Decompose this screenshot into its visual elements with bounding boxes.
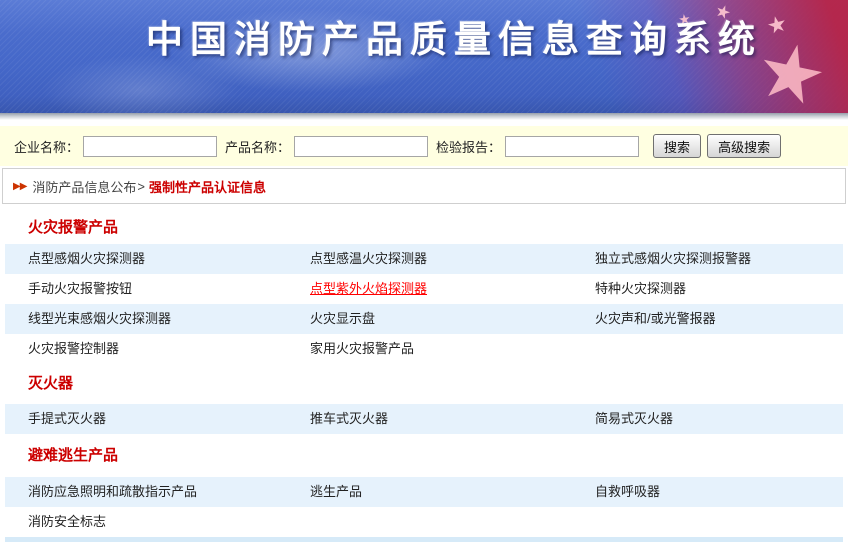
advanced-search-button[interactable]: 高级搜索: [707, 134, 782, 158]
report-input[interactable]: [505, 135, 640, 157]
product-link[interactable]: 自救呼吸器: [595, 477, 843, 507]
breadcrumb: ▶▶ 消防产品信息公布 > 强制性产品认证信息: [2, 168, 846, 204]
product-link[interactable]: 火灾声和/或光警报器: [595, 304, 843, 334]
product-name-input[interactable]: [294, 135, 429, 157]
breadcrumb-parent-link[interactable]: 消防产品信息公布: [32, 177, 136, 196]
company-name-input[interactable]: [83, 135, 218, 157]
table-row: 火灾报警控制器 家用火灾报警产品: [5, 334, 843, 364]
table-row: 点型感烟火灾探测器 点型感温火灾探测器 独立式感烟火灾探测报警器: [5, 244, 843, 274]
table-row: 手动火灾报警按钮 点型紫外火焰探测器 特种火灾探测器: [5, 274, 843, 304]
product-link[interactable]: 独立式感烟火灾探测报警器: [595, 244, 843, 274]
page: 中国消防产品质量信息查询系统 企业名称： 产品名称： 检验报告： 搜索 高级搜索…: [0, 0, 848, 544]
company-name-label: 企业名称：: [14, 139, 80, 155]
report-label: 检验报告：: [436, 139, 502, 155]
product-name-label: 产品名称：: [225, 139, 291, 155]
table-row: 手提式灭火器 推车式灭火器 简易式灭火器: [5, 404, 843, 434]
site-title: 中国消防产品质量信息查询系统: [146, 19, 762, 60]
product-link[interactable]: 消防应急照明和疏散指示产品: [28, 477, 310, 507]
breadcrumb-arrows-icon: ▶▶: [13, 180, 27, 192]
product-link[interactable]: 点型感温火灾探测器: [310, 244, 595, 274]
product-link-hovered[interactable]: 点型紫外火焰探测器: [310, 274, 595, 304]
product-link[interactable]: 简易式灭火器: [595, 404, 843, 434]
product-link[interactable]: 特种火灾探测器: [595, 274, 843, 304]
breadcrumb-separator: >: [137, 178, 145, 194]
product-link[interactable]: 火灾报警控制器: [28, 334, 310, 364]
product-link: [595, 334, 843, 364]
product-category-list: 火灾报警产品 点型感烟火灾探测器 点型感温火灾探测器 独立式感烟火灾探测报警器 …: [5, 212, 843, 537]
table-row: 消防安全标志: [5, 507, 843, 537]
product-link[interactable]: 家用火灾报警产品: [310, 334, 595, 364]
table-row: 消防应急照明和疏散指示产品 逃生产品 自救呼吸器: [5, 477, 843, 507]
product-link[interactable]: 点型感烟火灾探测器: [28, 244, 310, 274]
product-link[interactable]: 火灾显示盘: [310, 304, 595, 334]
section-title-extinguisher: 灭火器: [5, 364, 843, 404]
search-bar: 企业名称： 产品名称： 检验报告： 搜索 高级搜索: [0, 126, 848, 166]
table-row: 线型光束感烟火灾探测器 火灾显示盘 火灾声和/或光警报器: [5, 304, 843, 334]
search-button[interactable]: 搜索: [653, 134, 702, 158]
section-title-escape: 避难逃生产品: [5, 434, 843, 477]
product-link[interactable]: 消防安全标志: [28, 507, 310, 537]
product-link[interactable]: 线型光束感烟火灾探测器: [28, 304, 310, 334]
breadcrumb-current: 强制性产品认证信息: [149, 179, 267, 195]
product-link[interactable]: 手动火灾报警按钮: [28, 274, 310, 304]
product-link[interactable]: 逃生产品: [310, 477, 595, 507]
product-link[interactable]: 推车式灭火器: [310, 404, 595, 434]
section-title-fire-alarm: 火灾报警产品: [5, 212, 843, 244]
banner-shadow: [0, 113, 848, 120]
footer-strip: [5, 537, 843, 542]
product-link[interactable]: 手提式灭火器: [28, 404, 310, 434]
banner-cloud-highlight-2: [40, 55, 240, 113]
banner: 中国消防产品质量信息查询系统: [0, 0, 848, 113]
